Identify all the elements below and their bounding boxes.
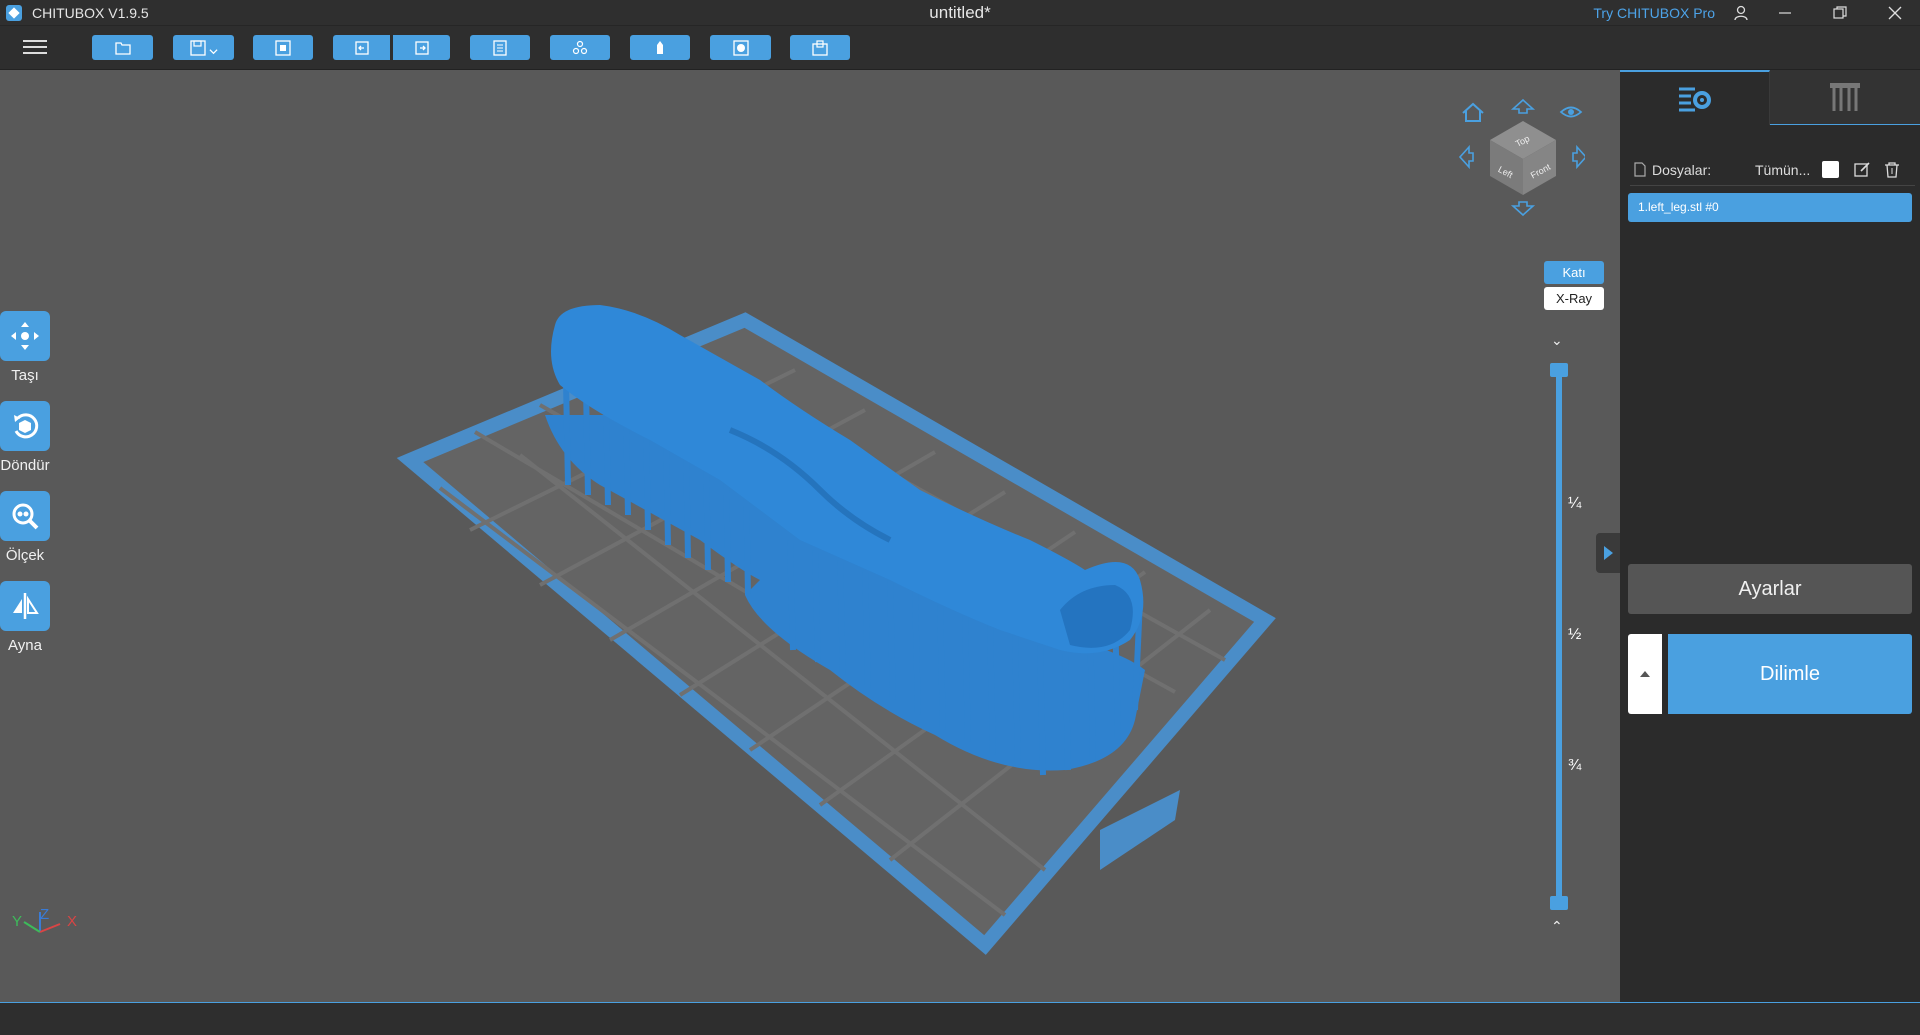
file-icon	[1634, 162, 1646, 177]
settings-button[interactable]: Ayarlar	[1628, 564, 1912, 614]
chevron-up-icon[interactable]: ⌃	[1551, 918, 1563, 935]
collapse-panel-button[interactable]	[1596, 533, 1620, 573]
tab-supports[interactable]	[1770, 70, 1920, 125]
open-file-icon	[114, 41, 131, 55]
settings-list-button[interactable]	[470, 35, 530, 60]
home-view-icon[interactable]	[1462, 102, 1484, 122]
select-all-checkbox[interactable]	[1822, 161, 1839, 178]
redo-icon	[414, 40, 429, 55]
slider-mark-three-quarter: ¾	[1568, 757, 1582, 774]
rotate-tool-label: Döndür	[0, 457, 50, 474]
restore-icon	[1833, 6, 1847, 19]
rotate-icon	[14, 413, 39, 439]
user-icon[interactable]	[1732, 4, 1750, 22]
view-left-arrow-icon[interactable]	[1458, 144, 1474, 170]
slider-mark-quarter: ¼	[1568, 495, 1582, 512]
layout-icon	[572, 40, 588, 54]
move-icon	[11, 322, 39, 350]
rotate-tool[interactable]: Döndür	[0, 401, 50, 474]
redo-button[interactable]	[393, 35, 450, 60]
screenshot-icon	[275, 39, 291, 56]
hollow-button[interactable]	[710, 35, 771, 60]
mirror-icon	[13, 593, 39, 619]
tab-model-settings[interactable]	[1620, 70, 1770, 125]
layer-slider-bottom-handle[interactable]	[1550, 896, 1568, 910]
close-button[interactable]	[1870, 0, 1920, 26]
view-up-arrow-icon[interactable]	[1510, 98, 1536, 114]
support-icon	[657, 40, 663, 54]
settings-list-icon	[493, 39, 507, 56]
main-toolbar	[0, 26, 1920, 70]
status-bar	[0, 1002, 1920, 1035]
mirror-tool-label: Ayna	[8, 637, 42, 654]
file-list-item[interactable]: 1.left_leg.stl #0	[1628, 193, 1912, 222]
scale-tool[interactable]: Ölçek	[0, 491, 50, 564]
axis-x-label: X	[67, 913, 78, 930]
view-down-arrow-icon[interactable]	[1510, 201, 1536, 217]
layer-slider-top-handle[interactable]	[1550, 363, 1568, 377]
chevron-right-icon	[1604, 546, 1613, 560]
layout-button[interactable]	[550, 35, 610, 60]
move-tool-label: Taşı	[11, 367, 39, 384]
select-all-label: Tümün...	[1755, 162, 1811, 178]
drill-button[interactable]	[790, 35, 850, 60]
minimize-button[interactable]	[1760, 0, 1810, 26]
mirror-tool[interactable]: Ayna	[0, 581, 50, 654]
save-button[interactable]	[173, 35, 234, 60]
trash-icon[interactable]	[1884, 161, 1900, 178]
supports-icon	[1830, 83, 1860, 111]
title-bar: CHITUBOX V1.9.5 untitled* Try CHITUBOX P…	[0, 0, 1920, 26]
scene-canvas	[23, 305, 1276, 955]
files-header: Dosyalar: Tümün...	[1630, 160, 1915, 186]
view-cube[interactable]: Top Left Front	[1455, 95, 1585, 225]
minimize-icon	[1779, 12, 1791, 14]
solid-mode-button[interactable]: Katı	[1544, 261, 1604, 284]
model-settings-icon	[1678, 87, 1711, 111]
support-button[interactable]	[630, 35, 690, 60]
hollow-icon	[732, 39, 749, 56]
edit-icon[interactable]	[1854, 161, 1871, 178]
scale-tool-label: Ölçek	[5, 547, 45, 564]
open-file-button[interactable]	[92, 35, 153, 60]
3d-viewport[interactable]: Y Z X Taşı Döndür Ölçek Ayna Top Left Fr…	[0, 70, 1620, 1002]
restore-button[interactable]	[1815, 0, 1865, 26]
undo-icon	[354, 40, 369, 55]
slider-mark-half: ½	[1568, 626, 1582, 643]
files-label: Dosyalar:	[1652, 162, 1712, 178]
files-divider	[1630, 185, 1915, 186]
save-icon	[190, 39, 206, 56]
slice-options-button[interactable]	[1628, 634, 1662, 714]
hamburger-menu-icon[interactable]	[20, 36, 50, 60]
slice-button[interactable]: Dilimle	[1668, 634, 1912, 714]
right-panel: Dosyalar: Tümün... 1.left_leg.stl #0 Aya…	[1620, 70, 1920, 1002]
chevron-down-icon[interactable]: ⌄	[1551, 332, 1563, 349]
view-right-arrow-icon[interactable]	[1572, 144, 1585, 170]
xray-mode-button[interactable]: X-Ray	[1544, 287, 1604, 310]
try-pro-link[interactable]: Try CHITUBOX Pro	[1593, 5, 1715, 21]
screenshot-button[interactable]	[253, 35, 313, 60]
scale-icon	[12, 503, 39, 530]
close-icon	[1888, 6, 1902, 20]
move-tool[interactable]: Taşı	[0, 311, 50, 384]
chevron-down-icon	[209, 49, 218, 55]
undo-button[interactable]	[333, 35, 390, 60]
layer-slider-track[interactable]	[1556, 370, 1562, 910]
axis-z-label: Z	[40, 906, 50, 923]
axis-y-label: Y	[12, 913, 23, 930]
caret-up-icon	[1640, 671, 1650, 677]
drill-icon	[812, 39, 828, 56]
